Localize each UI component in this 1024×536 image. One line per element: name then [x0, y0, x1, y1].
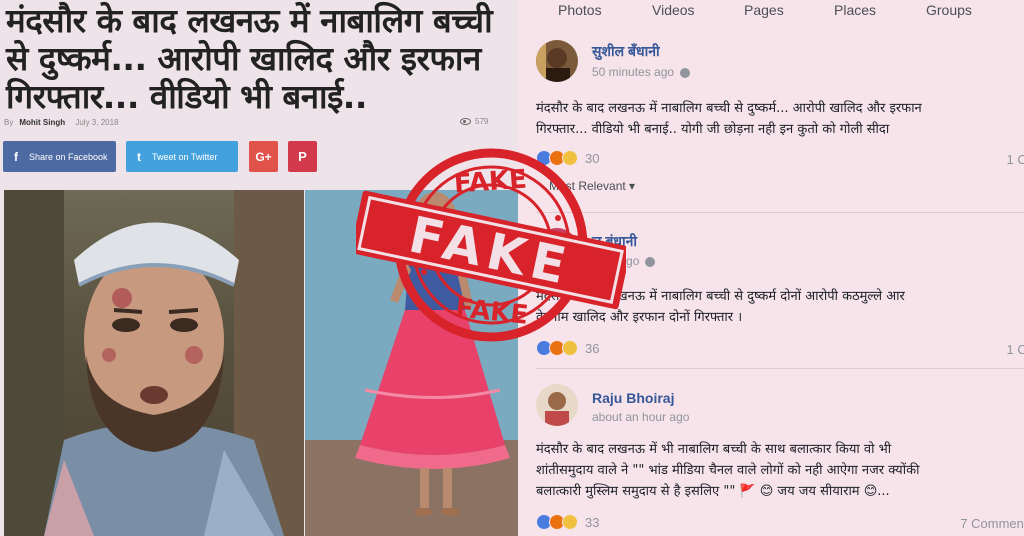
- caret-down-icon: ▾: [629, 179, 636, 193]
- view-count: 579: [460, 117, 488, 126]
- reaction-bar[interactable]: 33: [536, 514, 599, 530]
- search-tabs: Photos Videos Pages Places Groups: [518, 0, 1024, 22]
- comment-count[interactable]: 1 Co: [1007, 152, 1024, 167]
- post-author[interactable]: सुशील बँधानी: [592, 42, 660, 61]
- post-text-line: गिरफ्तार... वीडियो भी बनाई.. योगी जी छोड…: [536, 122, 890, 137]
- reaction-count: 33: [585, 514, 600, 530]
- share-facebook-button[interactable]: f Share on Facebook: [3, 141, 116, 172]
- comment-count[interactable]: 1 Co: [1007, 342, 1024, 357]
- stamp-word-bottom: FAKE: [454, 293, 530, 330]
- eye-icon: [460, 118, 471, 126]
- globe-icon: [680, 67, 691, 78]
- article-photo-man: [4, 190, 304, 536]
- post-time[interactable]: about an hour ago: [592, 410, 689, 424]
- facebook-icon: f: [14, 149, 18, 164]
- post-time-text[interactable]: 50 minutes ago: [592, 65, 674, 79]
- stamp-word-top: FAKE: [453, 165, 528, 200]
- tab-photos[interactable]: Photos: [558, 2, 602, 18]
- post-time-text[interactable]: about an hour ago: [592, 410, 689, 424]
- avatar[interactable]: [536, 384, 578, 426]
- post-text-line: शांतीसमुदाय वाले ने "" भांड मीडिया चैनल …: [536, 463, 920, 478]
- tab-pages[interactable]: Pages: [744, 2, 784, 18]
- post-text-line: मंदसौर के बाद लखनऊ में नाबालिग बच्ची से …: [536, 101, 922, 116]
- twitter-icon: t: [137, 149, 141, 164]
- post-time[interactable]: 50 minutes ago: [592, 65, 691, 79]
- author-link[interactable]: Mohit Singh: [19, 118, 65, 127]
- post-text-line: बलात्कारी मुस्लिम समुदाय से है इसलिए "" …: [536, 484, 890, 499]
- post-text: मंदसौर के बाद लखनऊ में नाबालिग बच्ची से …: [536, 98, 1024, 140]
- by-prefix: By: [4, 118, 14, 127]
- tab-videos[interactable]: Videos: [652, 2, 695, 18]
- sad-reaction-icon: [562, 514, 578, 530]
- share-pinterest-button[interactable]: P: [288, 141, 317, 172]
- post-author[interactable]: Raju Bhoiraj: [592, 390, 674, 406]
- share-facebook-label: Share on Facebook: [29, 151, 108, 162]
- divider: [536, 368, 1024, 369]
- comment-count[interactable]: 7 Comments: [960, 516, 1024, 531]
- tab-places[interactable]: Places: [834, 2, 876, 18]
- byline: By Mohit Singh July 3, 2018: [4, 118, 124, 127]
- share-twitter-label: Tweet on Twitter: [152, 151, 218, 162]
- article-headline: मंदसौर के बाद लखनऊ में नाबालिग बच्ची से …: [6, 1, 493, 116]
- post-text-line: मंदसौर के बाद लखनऊ में भी नाबालिग बच्ची …: [536, 442, 892, 457]
- share-gplus-button[interactable]: G+: [249, 141, 278, 172]
- share-twitter-button[interactable]: t Tweet on Twitter: [126, 141, 238, 172]
- tab-groups[interactable]: Groups: [926, 2, 972, 18]
- globe-icon: [645, 256, 656, 267]
- view-count-value: 579: [475, 117, 489, 126]
- avatar[interactable]: [536, 40, 578, 82]
- fake-stamp: FAKE FAKE FAKE: [350, 140, 631, 350]
- post-text: मंदसौर के बाद लखनऊ में भी नाबालिग बच्ची …: [536, 439, 1024, 502]
- article-date: July 3, 2018: [75, 118, 119, 127]
